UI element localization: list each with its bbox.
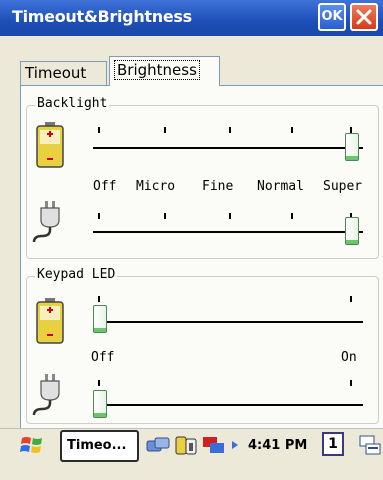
backlight-battery-track[interactable] <box>93 147 363 149</box>
power-plug-icon <box>31 373 63 421</box>
slider-tick <box>291 213 293 219</box>
keypad-scale-label-on: On <box>341 350 357 365</box>
slider-tick <box>229 127 231 133</box>
backlight-battery-thumb[interactable] <box>345 133 359 161</box>
tab-timeout[interactable]: Timeout <box>20 61 107 85</box>
battery-icon <box>36 298 64 348</box>
window-title: Timeout&Brightness <box>12 7 192 26</box>
keypad-scale-label-off: Off <box>91 350 115 365</box>
keypad-ac-track[interactable] <box>93 404 363 406</box>
scale-label-super: Super <box>323 179 363 194</box>
scale-label-off: Off <box>93 179 117 194</box>
backlight-label: Backlight <box>35 96 110 111</box>
slider-tick <box>98 127 100 133</box>
slider-tick <box>350 380 352 386</box>
input-panel-icon[interactable] <box>358 434 382 462</box>
windows-flag-icon[interactable] <box>20 434 44 460</box>
battery-icon[interactable] <box>174 434 198 460</box>
keypad-led-label: Keypad LED <box>35 267 118 282</box>
scale-label-micro: Micro <box>136 179 176 194</box>
title-bar: Timeout&Brightness OK <box>0 0 383 36</box>
keypad-battery-thumb[interactable] <box>93 305 107 333</box>
scale-label-normal: Normal <box>257 179 304 194</box>
slider-tick <box>98 213 100 219</box>
clock[interactable]: 4:41 PM <box>248 438 307 453</box>
slider-tick <box>291 127 293 133</box>
keypad-led-group <box>26 276 379 424</box>
slider-tick <box>229 213 231 219</box>
slider-tick <box>98 296 100 302</box>
taskbar-app-button[interactable]: Timeo... <box>60 430 139 462</box>
backlight-ac-track[interactable] <box>93 231 363 233</box>
slider-tick <box>164 213 166 219</box>
keypad-battery-track[interactable] <box>93 321 363 323</box>
battery-icon <box>36 122 64 172</box>
desktop-number[interactable]: 1 <box>322 432 344 456</box>
keypad-ac-thumb[interactable] <box>93 390 107 418</box>
ok-button[interactable]: OK <box>318 3 346 31</box>
scale-label-fine: Fine <box>202 179 234 194</box>
tab-brightness-label: Brightness <box>114 60 200 80</box>
slider-tick <box>164 127 166 133</box>
sync-icon[interactable] <box>202 434 242 460</box>
close-icon <box>356 9 372 25</box>
slider-tick <box>350 296 352 302</box>
power-plug-icon <box>31 200 63 248</box>
slider-tick <box>98 380 100 386</box>
brightness-panel: Backlight Off Micro Fine Normal Super Ke… <box>20 85 383 428</box>
backlight-ac-thumb[interactable] <box>345 217 359 245</box>
tab-brightness[interactable]: Brightness <box>109 56 220 86</box>
close-button[interactable] <box>350 3 378 31</box>
network-icon[interactable] <box>146 436 170 460</box>
